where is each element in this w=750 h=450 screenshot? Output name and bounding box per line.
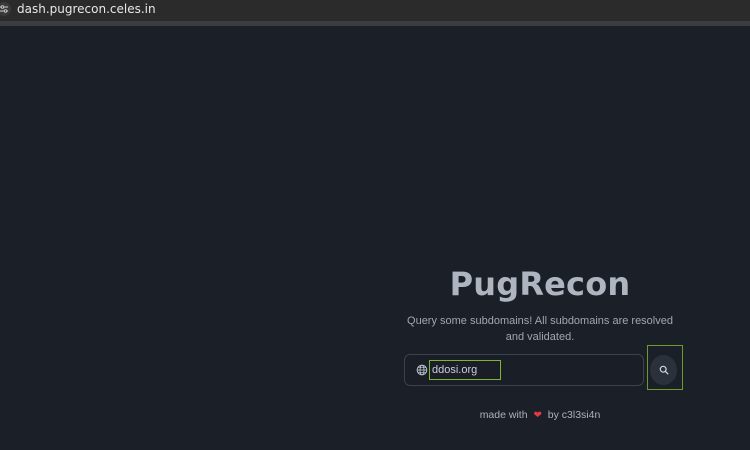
page-subtitle: Query some subdomains! All subdomains ar… xyxy=(407,315,673,343)
hero: PugRecon Query some subdomains! All subd… xyxy=(405,262,675,345)
address-url[interactable]: dash.pugrecon.celes.in xyxy=(17,2,156,16)
footer-author: by c3l3si4n xyxy=(547,409,601,421)
footer-made-with: made with xyxy=(479,409,528,421)
search-field[interactable] xyxy=(404,354,644,386)
tune-icon[interactable] xyxy=(0,2,11,16)
search-icon xyxy=(659,365,668,375)
footer-credit: made with ❤ by c3l3si4n xyxy=(405,409,675,421)
page-title: PugRecon xyxy=(449,265,631,303)
search-button[interactable] xyxy=(650,355,677,385)
browser-address-bar[interactable]: dash.pugrecon.celes.in xyxy=(0,0,750,21)
globe-icon xyxy=(416,364,428,376)
heart-icon: ❤ xyxy=(533,410,542,421)
search-form xyxy=(404,345,684,390)
search-input[interactable] xyxy=(429,360,501,380)
toolbar-divider xyxy=(0,21,750,26)
